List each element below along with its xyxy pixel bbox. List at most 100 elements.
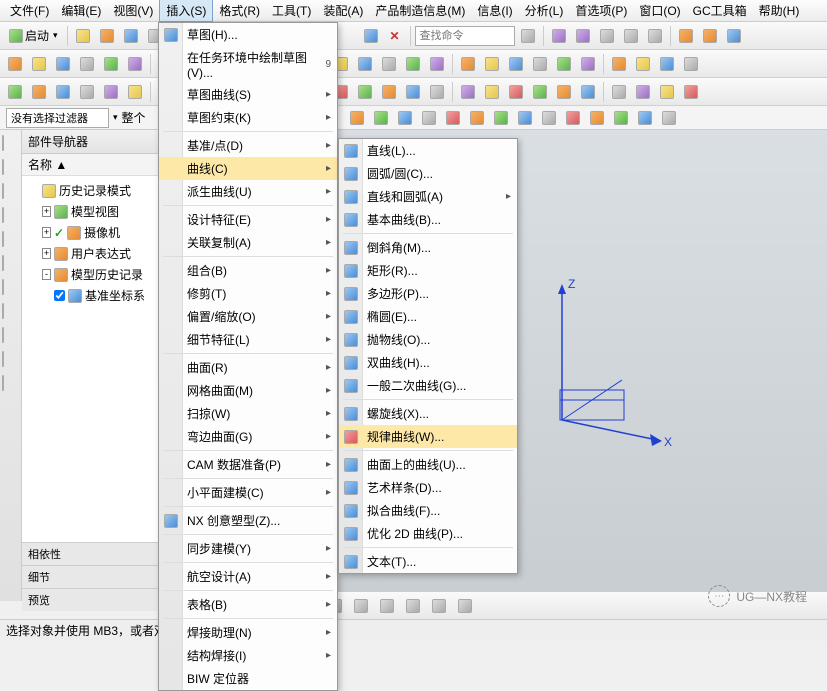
filter-scope[interactable]: 整个 — [122, 109, 146, 126]
insert-menu-item[interactable]: 表格(B)▸ — [159, 593, 337, 616]
sidebar-pane-2[interactable]: 预览 — [22, 588, 160, 611]
curve-menu-helix[interactable]: 螺旋线(X)... — [339, 402, 517, 425]
curve-menu-law[interactable]: 规律曲线(W)... — [339, 425, 517, 448]
insert-menu-item[interactable]: 基准/点(D)▸ — [159, 134, 337, 157]
tool-tbrow3-20[interactable] — [505, 81, 527, 103]
tool-tbrow3-18[interactable] — [457, 81, 479, 103]
tool-tbrow2-5[interactable] — [124, 53, 146, 75]
curve-menu-fit[interactable]: 拟合曲线(F)... — [339, 499, 517, 522]
insert-menu-item[interactable]: 草图约束(K)▸ — [159, 106, 337, 129]
insert-menu-item[interactable]: 细节特征(L)▸ — [159, 328, 337, 351]
insert-menu-item[interactable]: 组合(B)▸ — [159, 259, 337, 282]
filter-icon-2[interactable] — [394, 107, 416, 129]
tool-tbrow2-2[interactable] — [52, 53, 74, 75]
save-icon[interactable] — [120, 25, 142, 47]
tool-tbrow3-2[interactable] — [52, 81, 74, 103]
curve-menu-poly[interactable]: 多边形(P)... — [339, 282, 517, 305]
tool-tbrow2-1[interactable] — [28, 53, 50, 75]
cube-c-icon[interactable] — [723, 25, 745, 47]
tool-tbrow2-26[interactable] — [656, 53, 678, 75]
menu-8[interactable]: 信息(I) — [471, 0, 518, 21]
curve-menu-spline[interactable]: 艺术样条(D)... — [339, 476, 517, 499]
tool-tbrow3-16[interactable] — [402, 81, 424, 103]
tool-tbrow2-24[interactable] — [608, 53, 630, 75]
tool-tbrow3-5[interactable] — [124, 81, 146, 103]
tool-tbrow2-27[interactable] — [680, 53, 702, 75]
filter-combo[interactable]: 没有选择过滤器 — [6, 108, 109, 128]
bottom-tool-8[interactable] — [376, 595, 398, 617]
tool-tbrow3-1[interactable] — [28, 81, 50, 103]
insert-menu-item[interactable]: 草图曲线(S)▸ — [159, 83, 337, 106]
tool-tbrow2-22[interactable] — [553, 53, 575, 75]
left-tab-10[interactable] — [2, 376, 20, 394]
left-tab-7[interactable] — [2, 304, 20, 322]
tool-tbrow3-17[interactable] — [426, 81, 448, 103]
curve-menu-line[interactable]: 直线(L)... — [339, 139, 517, 162]
filter-icon-7[interactable] — [514, 107, 536, 129]
tree-item-4[interactable]: -模型历史记录 — [24, 264, 159, 285]
insert-menu-item[interactable]: 偏置/缩放(O)▸ — [159, 305, 337, 328]
menu-9[interactable]: 分析(L) — [519, 0, 570, 21]
tool-tbrow2-21[interactable] — [529, 53, 551, 75]
tool-tbrow2-15[interactable] — [378, 53, 400, 75]
view-cube-icon[interactable] — [548, 25, 570, 47]
insert-menu-item[interactable]: 修剪(T)▸ — [159, 282, 337, 305]
start-button[interactable]: 启动▾ — [4, 25, 63, 47]
cube-a-icon[interactable] — [675, 25, 697, 47]
tool-tbrow2-4[interactable] — [100, 53, 122, 75]
sidebar-col-name[interactable]: 名称 ▲ — [22, 154, 161, 176]
filter-icon-5[interactable] — [466, 107, 488, 129]
tool-tbrow3-4[interactable] — [100, 81, 122, 103]
insert-menu-item[interactable]: 航空设计(A)▸ — [159, 565, 337, 588]
tree-item-2[interactable]: +✓摄像机 — [24, 222, 159, 243]
menu-3[interactable]: 插入(S) — [159, 0, 213, 22]
curve-menu-item[interactable]: 直线和圆弧(A)▸ — [339, 185, 517, 208]
filter-icon-3[interactable] — [418, 107, 440, 129]
insert-menu-item[interactable]: 派生曲线(U)▸ — [159, 180, 337, 203]
insert-menu-item[interactable]: 小平面建模(C)▸ — [159, 481, 337, 504]
cancel-icon[interactable]: ✕ — [384, 25, 406, 47]
menu-1[interactable]: 编辑(E) — [55, 0, 107, 21]
tool-tbrow3-3[interactable] — [76, 81, 98, 103]
curve-menu-text[interactable]: 文本(T)... — [339, 550, 517, 573]
left-tab-9[interactable] — [2, 352, 20, 370]
menu-0[interactable]: 文件(F) — [4, 0, 55, 21]
tool-tbrow2-16[interactable] — [402, 53, 424, 75]
tree-item-0[interactable]: 历史记录模式 — [24, 180, 159, 201]
cube-b-icon[interactable] — [699, 25, 721, 47]
left-tab-8[interactable] — [2, 328, 20, 346]
undo-icon[interactable] — [360, 25, 382, 47]
search-icon[interactable] — [517, 25, 539, 47]
insert-menu-item[interactable]: CAM 数据准备(P)▸ — [159, 453, 337, 476]
tool-tbrow3-25[interactable] — [632, 81, 654, 103]
left-tab-5[interactable] — [2, 256, 20, 274]
menu-6[interactable]: 装配(A) — [317, 0, 369, 21]
filter-icon-9[interactable] — [562, 107, 584, 129]
filter-icon-10[interactable] — [586, 107, 608, 129]
curve-menu-surfcurve[interactable]: 曲面上的曲线(U)... — [339, 453, 517, 476]
new-icon[interactable] — [72, 25, 94, 47]
insert-menu-item[interactable]: 结构焊接(I)▸ — [159, 644, 337, 667]
curve-menu-rect[interactable]: 矩形(R)... — [339, 259, 517, 282]
insert-menu-item[interactable]: 关联复制(A)▸ — [159, 231, 337, 254]
curve-menu-ellipse[interactable]: 椭圆(E)... — [339, 305, 517, 328]
left-tab-1[interactable] — [2, 160, 20, 178]
tool-tbrow2-19[interactable] — [481, 53, 503, 75]
tool-tbrow2-20[interactable] — [505, 53, 527, 75]
insert-menu-item[interactable]: 在任务环境中绘制草图(V)...9 — [159, 46, 337, 83]
left-tab-3[interactable] — [2, 208, 20, 226]
tree-item-3[interactable]: +用户表达式 — [24, 243, 159, 264]
tool-tbrow3-26[interactable] — [656, 81, 678, 103]
tool-tbrow3-19[interactable] — [481, 81, 503, 103]
insert-menu-item[interactable]: 曲线(C)▸ — [159, 157, 337, 180]
filter-icon-6[interactable] — [490, 107, 512, 129]
tool-tbrow2-14[interactable] — [354, 53, 376, 75]
sidebar-pane-0[interactable]: 相依性 — [22, 542, 160, 565]
insert-menu-item[interactable]: 网格曲面(M)▸ — [159, 379, 337, 402]
view-cube4-icon[interactable] — [620, 25, 642, 47]
menu-13[interactable]: 帮助(H) — [753, 0, 806, 21]
filter-icon-4[interactable] — [442, 107, 464, 129]
insert-menu-item[interactable]: 扫掠(W)▸ — [159, 402, 337, 425]
insert-menu-item[interactable]: 设计特征(E)▸ — [159, 208, 337, 231]
filter-icon-8[interactable] — [538, 107, 560, 129]
